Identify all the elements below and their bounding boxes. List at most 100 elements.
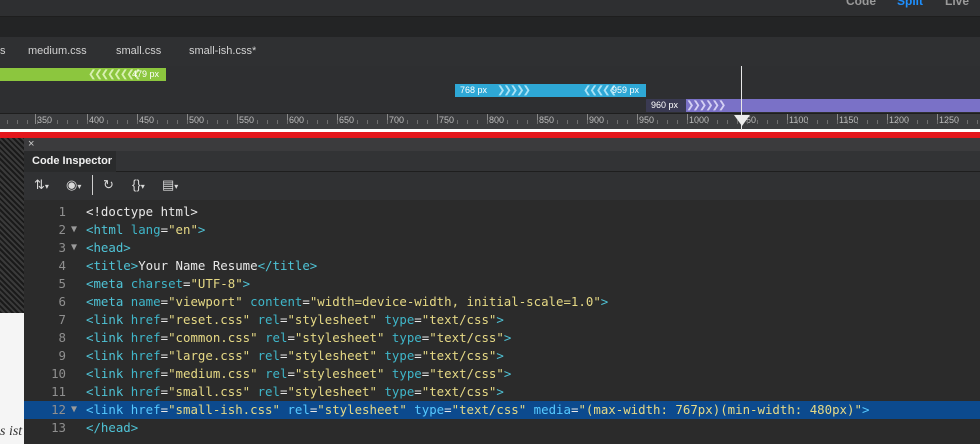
code-text: </head> [86,420,139,435]
ruler-minor-tick [597,120,598,124]
ruler-minor-tick [817,120,818,124]
ruler-minor-tick [657,120,658,124]
media-query-medium-bar[interactable]: 768 px ❯❯❯❯❯ ❮❮❮❮❮ 959 px [455,84,646,97]
ruler-minor-tick [287,120,288,124]
file-tab-small-css[interactable]: small.css [116,45,161,57]
ruler-minor-tick [897,120,898,124]
code-line[interactable]: 12 ▼ <link href="small-ish.css" rel="style… [24,401,980,419]
ruler-minor-tick [977,120,978,124]
ruler-minor-tick [717,120,718,124]
ruler-minor-tick [497,120,498,124]
code-text: <link href="common.css" rel="stylesheet"… [86,330,512,345]
file-tab-partial[interactable]: s [0,45,6,57]
ruler-minor-tick [467,120,468,124]
line-number: 2 [58,222,66,237]
code-line[interactable]: 10 <link href="medium.css" rel="styleshee… [24,365,980,383]
ruler-minor-tick [487,120,488,124]
ruler-minor-tick [947,120,948,124]
preview-in-browser-icon[interactable]: ◉▾ [66,177,81,193]
ruler-minor-tick [137,120,138,124]
ruler-tick [35,114,36,124]
ruler-minor-tick [307,120,308,124]
ruler-minor-tick [957,120,958,124]
code-line[interactable]: 4 <title>Your Name Resume</title> [24,257,980,275]
ruler-minor-tick [477,120,478,124]
ruler-minor-tick [237,120,238,124]
ruler-minor-tick [557,120,558,124]
file-tab-medium-css[interactable]: medium.css [28,45,87,57]
fold-toggle-icon[interactable]: ▼ [71,239,77,257]
refresh-icon[interactable]: ↻ [103,177,114,193]
view-options-icon[interactable]: ▤▾ [162,177,178,193]
line-number: 12 [51,402,66,417]
code-view-button[interactable]: Code [846,0,876,8]
view-mode-bar [0,0,980,17]
ruler-minor-tick [297,120,298,124]
code-text: <html lang="en"> [86,222,206,237]
ruler-minor-tick [327,120,328,124]
file-management-icon[interactable]: ⇅▾ [34,177,49,193]
close-icon[interactable]: × [28,138,34,150]
code-text: <meta name="viewport" content="width=dev… [86,294,609,309]
ruler-minor-tick [677,120,678,124]
line-number: 8 [58,330,66,345]
split-view-button[interactable]: Split [897,0,923,8]
media-query-small-max-label: 479 px [132,69,160,79]
file-tab-small-ish-css[interactable]: small-ish.css* [189,45,256,57]
ruler-minor-tick [707,120,708,124]
ruler-minor-tick [157,120,158,124]
media-query-large-chevrons: ❯❯❯❯❯❯ [686,99,736,112]
ruler-minor-tick [417,120,418,124]
ruler-minor-tick [617,120,618,124]
ruler-minor-tick [207,120,208,124]
line-number: 3 [58,240,66,255]
code-line[interactable]: 8 <link href="common.css" rel="stylesheet… [24,329,980,347]
code-line[interactable]: 6 <meta name="viewport" content="width=de… [24,293,980,311]
code-line[interactable]: 1 <!doctype html> [24,203,980,221]
ruler-minor-tick [77,120,78,124]
code-text: <title>Your Name Resume</title> [86,258,318,273]
ruler-minor-tick [667,120,668,124]
ruler-minor-tick [967,120,968,124]
ruler-minor-tick [187,120,188,124]
line-number: 4 [58,258,66,273]
line-number: 13 [51,420,66,435]
ruler-minor-tick [337,120,338,124]
ruler-minor-tick [437,120,438,124]
code-line[interactable]: 11 <link href="small.css" rel="stylesheet… [24,383,980,401]
code-line[interactable]: 3 ▼ <head> [24,239,980,257]
ruler-tick-label: 1100 [789,115,809,125]
scrubber-handle-icon[interactable] [734,115,750,126]
ruler-minor-tick [837,120,838,124]
code-text: <!doctype html> [86,204,198,219]
ruler-minor-tick [427,120,428,124]
code-line[interactable]: 2 ▼ <html lang="en"> [24,221,980,239]
ruler-minor-tick [367,120,368,124]
ruler-minor-tick [357,120,358,124]
code-line[interactable]: 7 <link href="reset.css" rel="stylesheet"… [24,311,980,329]
ruler-minor-tick [627,120,628,124]
line-number: 10 [51,366,66,381]
fold-toggle-icon[interactable]: ▼ [71,221,77,239]
ruler-minor-tick [197,120,198,124]
ruler-minor-tick [887,120,888,124]
code-navigation-icon[interactable]: {}▾ [132,177,145,192]
ruler-minor-tick [407,120,408,124]
pixel-ruler[interactable]: 3504004505005506006507007508008509009501… [0,113,980,130]
ruler-minor-tick [387,120,388,124]
ruler-minor-tick [47,120,48,124]
ruler-minor-tick [787,120,788,124]
code-text: <link href="reset.css" rel="stylesheet" … [86,312,504,327]
code-line[interactable]: 13 </head> [24,419,980,437]
ruler-minor-tick [607,120,608,124]
code-text: <head> [86,240,131,255]
ruler-minor-tick [507,120,508,124]
media-query-small-bar[interactable]: ❮❮❮❮❮❮❮❮ 479 px [0,68,166,81]
live-view-text: s ist [0,424,23,439]
ruler-minor-tick [797,120,798,124]
code-line[interactable]: 9 <link href="large.css" rel="stylesheet"… [24,347,980,365]
ruler-minor-tick [637,120,638,124]
fold-toggle-icon[interactable]: ▼ [71,401,77,419]
live-view-button[interactable]: Live [945,0,969,8]
code-line[interactable]: 5 <meta charset="UTF-8"> [24,275,980,293]
